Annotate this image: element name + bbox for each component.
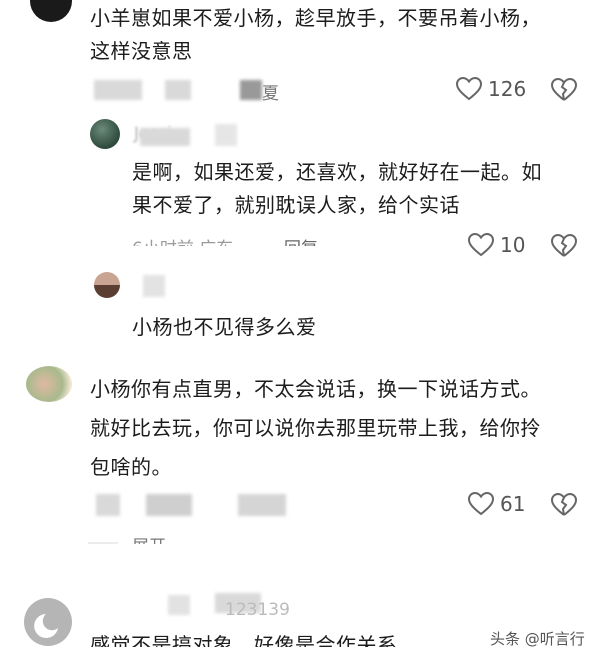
avatar[interactable] — [24, 598, 72, 646]
avatar[interactable] — [30, 0, 72, 22]
divider — [88, 542, 118, 544]
like-button[interactable]: 126 — [456, 77, 526, 101]
meta-fragment: 夏 — [262, 84, 279, 104]
comment-text: 小杨也不见得多么爱 — [132, 311, 592, 344]
reply-button[interactable]: 回复 — [284, 234, 318, 246]
meta-blur — [238, 494, 286, 516]
like-count: 126 — [488, 77, 527, 101]
comment-text: 小杨你有点直男，不太会说话，换一下说话方式。 就好比去玩，你可以说你去那里玩带上… — [90, 373, 595, 484]
avatar[interactable] — [90, 119, 120, 149]
meta-blur — [143, 275, 165, 297]
meta-blur — [240, 80, 262, 100]
broken-heart-icon — [551, 234, 577, 257]
dislike-button[interactable] — [551, 234, 577, 258]
like-count: 61 — [500, 492, 526, 516]
dislike-button[interactable] — [551, 493, 577, 517]
broken-heart-icon — [551, 493, 577, 516]
heart-icon — [468, 233, 494, 257]
comment-line: 感觉不是搞对象，好像是合作关系 — [90, 633, 398, 647]
avatar[interactable] — [94, 272, 120, 298]
comment-line: 是啊，如果还爱，还喜欢，就好好在一起。如 — [132, 160, 542, 184]
avatar[interactable] — [26, 366, 72, 402]
meta-blur — [165, 80, 191, 100]
heart-icon — [468, 492, 494, 516]
comment-text: 小羊崽如果不爱小杨，趁早放手，不要吊着小杨， 这样没意思 — [90, 2, 590, 68]
meta-blur — [96, 494, 120, 516]
username-fragment[interactable]: 123139 — [225, 600, 290, 620]
meta-blur — [168, 595, 190, 615]
meta-blur — [146, 494, 192, 516]
comment-line: 这样没意思 — [90, 39, 193, 63]
meta-blur — [140, 128, 190, 146]
meta-blur — [215, 124, 237, 146]
comment-line: 果不爱了，就别耽误人家，给个实话 — [132, 193, 460, 217]
comment-line: 包啥的。 — [90, 455, 172, 479]
comment-line: 小杨你有点直男，不太会说话，换一下说话方式。 — [90, 377, 541, 401]
like-button[interactable]: 10 — [468, 233, 525, 257]
comment-text: 是啊，如果还爱，还喜欢，就好好在一起。如 果不爱了，就别耽误人家，给个实话 — [132, 156, 592, 222]
dislike-button[interactable] — [551, 78, 577, 102]
comment-line: 小杨也不见得多么爱 — [132, 315, 317, 339]
time-location: 6小时前·广东 — [132, 234, 233, 246]
expand-replies[interactable]: 展开 — [132, 532, 166, 544]
comment-text: 感觉不是搞对象，好像是合作关系 — [90, 629, 490, 647]
comment-line: 就好比去玩，你可以说你去那里玩带上我，给你拎 — [90, 416, 541, 440]
moon-icon — [34, 614, 58, 638]
like-button[interactable]: 61 — [468, 492, 525, 516]
meta-blur — [94, 80, 142, 100]
like-count: 10 — [500, 233, 526, 257]
watermark: 头条 @听言行 — [490, 630, 585, 647]
broken-heart-icon — [551, 78, 577, 101]
heart-icon — [456, 77, 482, 101]
comment-line: 小羊崽如果不爱小杨，趁早放手，不要吊着小杨， — [90, 6, 541, 30]
